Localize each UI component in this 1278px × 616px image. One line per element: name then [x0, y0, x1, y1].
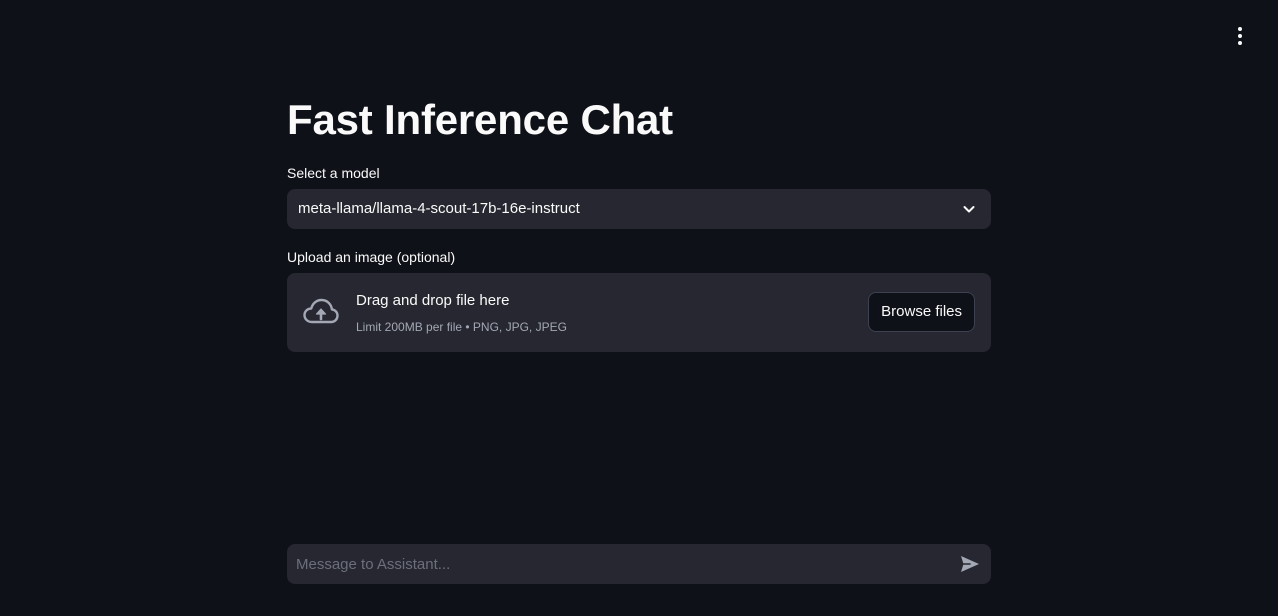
- dropzone-title: Drag and drop file here: [356, 292, 510, 309]
- browse-files-button[interactable]: Browse files: [868, 292, 975, 332]
- ellipsis-dot: [1238, 34, 1242, 38]
- dropzone-hint: Limit 200MB per file • PNG, JPG, JPEG: [356, 320, 567, 334]
- cloud-upload-icon: [303, 298, 339, 324]
- ellipsis-dot: [1238, 41, 1242, 45]
- model-select-value: meta-llama/llama-4-scout-17b-16e-instruc…: [298, 200, 580, 217]
- model-select[interactable]: meta-llama/llama-4-scout-17b-16e-instruc…: [287, 189, 991, 229]
- main-menu-button[interactable]: [1230, 24, 1250, 48]
- chat-message-input[interactable]: [296, 544, 946, 584]
- page-title: Fast Inference Chat: [287, 96, 673, 143]
- chat-input-container: [287, 544, 991, 584]
- vertical-ellipsis-icon: [1238, 27, 1242, 31]
- file-dropzone[interactable]: Drag and drop file here Limit 200MB per …: [287, 273, 991, 352]
- send-icon[interactable]: [959, 554, 981, 574]
- chevron-down-icon: [963, 206, 975, 213]
- model-select-label: Select a model: [287, 165, 380, 181]
- app-page: Fast Inference Chat Select a model meta-…: [0, 0, 1278, 616]
- uploader-label: Upload an image (optional): [287, 249, 456, 265]
